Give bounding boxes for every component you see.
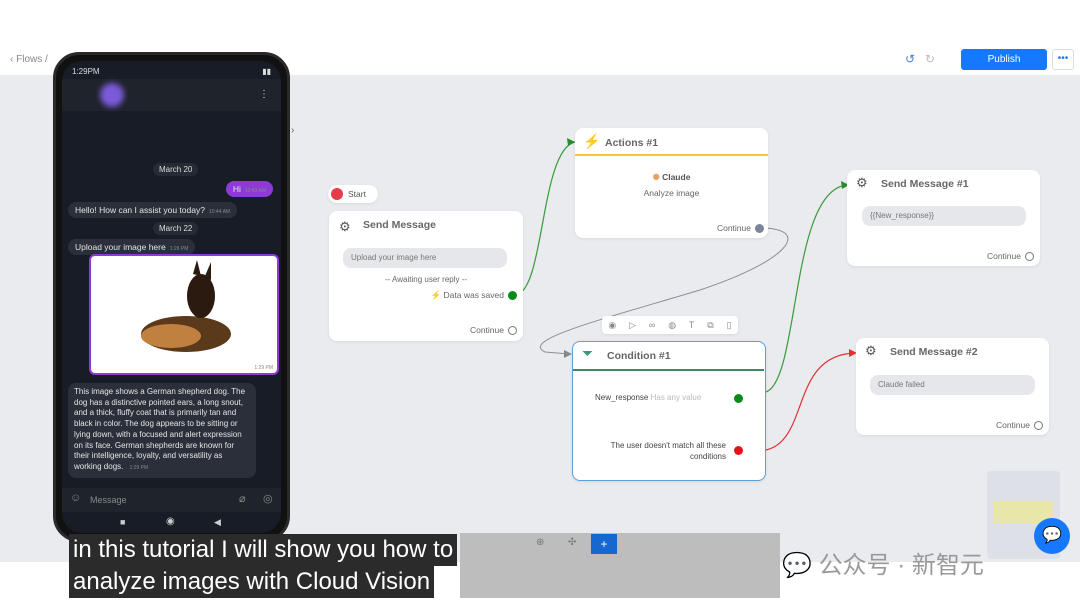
node-actions[interactable]: ⚡ Actions #1 ✺ Claude Analyze image Cont… bbox=[575, 128, 768, 238]
else-label: The user doesn't match all these conditi… bbox=[610, 441, 726, 461]
avatar bbox=[100, 83, 124, 107]
data-saved-label: Data was saved bbox=[443, 290, 504, 300]
message-in: This image shows a German shepherd dog. … bbox=[68, 383, 256, 478]
message-in: Upload your image here 1:28 PM bbox=[68, 239, 196, 255]
continue-port[interactable] bbox=[1034, 421, 1043, 431]
menu-icon[interactable]: ⋮ bbox=[259, 89, 269, 100]
node-send-message-2[interactable]: ⚙ Send Message #2 Claude failed Continue bbox=[856, 338, 1049, 435]
message-text[interactable]: Upload your image here bbox=[343, 248, 507, 268]
chat-support-icon[interactable]: 💬 bbox=[1034, 518, 1070, 554]
message-in: Hello! How can I assist you today? 10:44 … bbox=[68, 202, 238, 218]
node-title: Send Message #1 bbox=[881, 178, 969, 190]
watermark: 💬 公众号 · 新智元 bbox=[782, 552, 984, 579]
attach-icon[interactable]: ⌀ bbox=[239, 492, 246, 505]
phone-mockup: 1:29PM ▮▮ ⋮ March 20 Hi 10:43 AM Hello! H… bbox=[53, 52, 290, 542]
bolt-icon: ⚡ bbox=[583, 133, 601, 149]
node-title: Send Message bbox=[363, 219, 436, 231]
provider-label: Claude bbox=[662, 172, 691, 182]
continue-port[interactable] bbox=[755, 224, 764, 234]
status-time: 1:29PM bbox=[72, 67, 100, 76]
wechat-icon: 💬 bbox=[782, 552, 812, 579]
action-label: Analyze image bbox=[643, 188, 700, 198]
openai-icon: ⚙ bbox=[865, 343, 877, 358]
condition-op: Has any value bbox=[650, 393, 702, 402]
message-text[interactable]: {{New_response}} bbox=[862, 206, 1026, 226]
false-port[interactable] bbox=[734, 446, 743, 455]
play-icon bbox=[331, 188, 343, 200]
nav-back-icon[interactable]: ◀ bbox=[214, 517, 221, 528]
emoji-icon[interactable]: ☺ bbox=[70, 492, 81, 504]
subtitle-line-1: in this tutorial I will show you how to bbox=[69, 534, 458, 566]
start-label: Start bbox=[348, 189, 366, 199]
dog-image[interactable]: 1:29 PM bbox=[89, 254, 279, 375]
text-icon[interactable]: T bbox=[689, 320, 695, 330]
comment-icon[interactable]: ◍ bbox=[668, 320, 676, 331]
saved-port[interactable] bbox=[508, 291, 517, 301]
continue-port[interactable] bbox=[508, 326, 517, 336]
link-icon[interactable]: ∞ bbox=[649, 320, 655, 330]
start-badge[interactable]: Start bbox=[328, 185, 378, 203]
openai-icon: ⚙ bbox=[339, 219, 351, 234]
message-input[interactable]: Message bbox=[90, 495, 127, 505]
message-text[interactable]: Claude failed bbox=[870, 375, 1035, 395]
node-title: Send Message #2 bbox=[890, 346, 978, 358]
play-icon[interactable]: ▷ bbox=[629, 320, 636, 331]
condition-var: New_response bbox=[595, 393, 649, 402]
copy-icon[interactable]: ⧉ bbox=[707, 320, 713, 331]
subtitle-background bbox=[460, 533, 780, 598]
nav-recent-icon[interactable]: ■ bbox=[120, 517, 125, 527]
eye-icon[interactable]: ◉ bbox=[608, 320, 616, 331]
date-chip: March 22 bbox=[153, 222, 199, 235]
node-toolbar: ◉ ▷ ∞ ◍ T ⧉ ▯ bbox=[602, 316, 738, 334]
node-title: Condition #1 bbox=[607, 350, 671, 362]
node-send-message-1[interactable]: ⚙ Send Message #1 {{New_response}} Conti… bbox=[847, 170, 1040, 266]
fit-view-icon[interactable]: ✣ bbox=[568, 537, 576, 548]
node-send-message[interactable]: ⚙ Send Message Upload your image here --… bbox=[329, 211, 523, 341]
node-title: Actions #1 bbox=[605, 137, 659, 149]
continue-label: Continue bbox=[716, 223, 751, 233]
subtitle-line-2: analyze images with Cloud Vision bbox=[69, 566, 435, 598]
claude-icon: ✺ bbox=[652, 172, 660, 182]
continue-label: Continue bbox=[469, 325, 504, 335]
awaiting-reply: -- Awaiting user reply -- bbox=[384, 275, 468, 284]
true-port[interactable] bbox=[734, 394, 743, 403]
camera-icon[interactable]: ◎ bbox=[263, 492, 273, 505]
date-chip: March 20 bbox=[153, 163, 199, 176]
zoom-in-icon[interactable]: ⊕ bbox=[536, 537, 544, 548]
continue-label: Continue bbox=[986, 251, 1021, 261]
message-out: Hi 10:43 AM bbox=[225, 181, 273, 197]
continue-port[interactable] bbox=[1025, 252, 1034, 262]
battery-icon: ▮▮ bbox=[262, 67, 271, 76]
openai-icon: ⚙ bbox=[856, 175, 868, 190]
node-condition[interactable]: ⏷ Condition #1 New_response Has any valu… bbox=[572, 341, 766, 481]
bolt-icon: ⚡ bbox=[430, 290, 442, 300]
add-node-button[interactable]: + bbox=[591, 534, 617, 554]
continue-label: Continue bbox=[995, 420, 1030, 430]
nav-home-icon[interactable]: ◉ bbox=[166, 516, 175, 527]
filter-icon: ⏷ bbox=[582, 345, 594, 361]
trash-icon[interactable]: ▯ bbox=[727, 320, 732, 331]
